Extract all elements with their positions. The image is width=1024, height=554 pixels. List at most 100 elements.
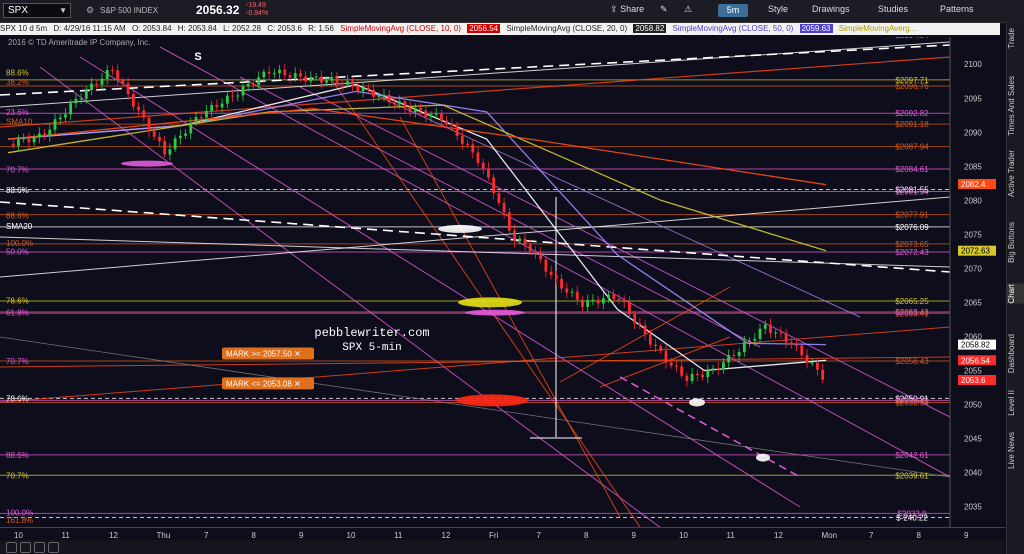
- level-lines: [0, 79, 950, 518]
- candle-body: [622, 299, 626, 303]
- candle-body: [79, 98, 83, 100]
- zoom-out-icon[interactable]: [6, 542, 17, 553]
- candle-body: [152, 131, 156, 137]
- style-button[interactable]: Style: [768, 4, 788, 14]
- y-tick-label: 2085: [964, 162, 982, 171]
- fib-label: 38.2%: [6, 78, 29, 87]
- candle-body: [701, 375, 704, 378]
- style-label: Style: [768, 4, 789, 14]
- sma-next-study-label[interactable]: SimpleMovingAverg...: [839, 24, 917, 33]
- x-tick-label: 12: [109, 531, 118, 540]
- zoom-reset-icon[interactable]: [34, 542, 45, 553]
- drawings-button[interactable]: Drawings: [812, 4, 850, 14]
- candle-body: [675, 365, 678, 367]
- info-range: R: 1.56: [308, 24, 334, 33]
- level-label: $2091.18: [895, 120, 929, 129]
- candle-body: [419, 108, 422, 111]
- candle-body: [58, 117, 62, 120]
- candle-body: [116, 70, 120, 81]
- candle-body: [445, 120, 449, 124]
- price-tag-label: 2053.6: [961, 376, 986, 385]
- highlight-ellipse: [456, 394, 528, 407]
- candle-body: [690, 373, 694, 382]
- x-tick-label: 8: [584, 531, 589, 540]
- candle-body: [429, 114, 433, 117]
- info-open: O: 2053.84: [131, 24, 172, 33]
- candle-body: [252, 83, 255, 86]
- info-close: C: 2053.6: [267, 24, 302, 33]
- candle-body: [340, 82, 344, 85]
- candle-body: [147, 117, 151, 132]
- level-label: $2050.34: [895, 398, 929, 407]
- candle-body: [398, 101, 402, 105]
- zoom-in-icon[interactable]: [20, 542, 31, 553]
- chart-subtitle: SPX 5-min: [342, 342, 401, 354]
- price-tag-label: 2082.4: [961, 180, 986, 189]
- patterns-button[interactable]: Patterns: [940, 4, 974, 14]
- side-tab-level-ii[interactable]: Level II: [1007, 390, 1024, 416]
- side-tab-active-trader[interactable]: Active Trader: [1007, 150, 1024, 197]
- pencil-icon[interactable]: ✎: [660, 4, 668, 15]
- change-value: -19.49: [246, 2, 266, 9]
- studies-button[interactable]: Studies: [878, 4, 908, 14]
- level-label: $2081.54: [895, 187, 929, 196]
- sma50-study-label[interactable]: SimpleMovingAvg (CLOSE, 50, 0): [673, 24, 794, 33]
- candle-body: [795, 344, 798, 346]
- y-tick-label: 2045: [964, 435, 982, 444]
- dashed-channel-line: [619, 376, 801, 478]
- candle-body: [534, 251, 537, 253]
- chevron-down-icon[interactable]: ▼: [59, 4, 67, 17]
- candle-body: [643, 325, 647, 335]
- candle-body: [528, 244, 532, 252]
- candle-body: [544, 259, 548, 272]
- fib-label: 70.7%: [6, 357, 29, 366]
- highlight-ellipse: [458, 297, 522, 308]
- candle-body: [84, 90, 88, 99]
- fib-label: 50.0%: [6, 247, 29, 256]
- highlight-markers: [121, 160, 770, 462]
- highlight-ellipse: [465, 309, 525, 316]
- y-tick-label: 2040: [964, 469, 982, 478]
- candle-body: [37, 133, 41, 138]
- side-tab-live-news[interactable]: Live News: [1007, 432, 1024, 469]
- x-tick-label: 10: [679, 531, 688, 540]
- candle-body: [471, 144, 475, 153]
- candle-body: [502, 202, 506, 213]
- sma10-study-label[interactable]: SimpleMovingAvg (CLOSE, 10, 0): [340, 24, 461, 33]
- side-tab-big-buttons[interactable]: Big Buttons: [1007, 222, 1024, 263]
- side-tab-trade[interactable]: Trade: [1007, 28, 1024, 49]
- candle-body: [220, 103, 224, 108]
- candle-body: [497, 193, 501, 203]
- level-label: $2087.94: [895, 143, 929, 152]
- x-tick-label: 11: [62, 531, 71, 540]
- side-tab-chart[interactable]: Chart: [1007, 284, 1024, 304]
- drawings-label: Drawings: [812, 4, 850, 14]
- candle-body: [283, 69, 287, 76]
- candle-body: [753, 338, 757, 341]
- fib-label: 161.8%: [6, 516, 33, 525]
- alert-icon[interactable]: ⚠: [684, 4, 692, 15]
- x-tick-label: 12: [442, 531, 451, 540]
- candle-body: [267, 71, 271, 74]
- level-label: $2104.94: [895, 37, 929, 40]
- x-tick-label: 9: [299, 531, 304, 540]
- candle-body: [215, 104, 219, 108]
- price-chart[interactable]: $2104.94$2097.71$2096.76$2092.82$2091.18…: [0, 37, 1005, 527]
- candle-body: [361, 87, 365, 92]
- candle-body: [748, 340, 751, 343]
- candle-body: [434, 113, 438, 115]
- candle-body: [612, 294, 616, 300]
- level-label: $2084.61: [895, 165, 929, 174]
- candle-body: [194, 117, 198, 123]
- pan-icon[interactable]: [48, 542, 59, 553]
- symbol-selector[interactable]: SPX ▼: [3, 3, 71, 18]
- sma10-value: 2056.54: [467, 24, 501, 33]
- side-tab-dashboard[interactable]: Dashboard: [1007, 334, 1024, 373]
- timeframe-selector[interactable]: 5m: [718, 4, 748, 17]
- sma20-study-label[interactable]: SimpleMovingAvg (CLOSE, 20, 0): [506, 24, 627, 33]
- side-tab-times-and-sales[interactable]: Times And Sales: [1007, 76, 1024, 136]
- share-button[interactable]: ⇪ Share: [610, 4, 644, 15]
- study-info-bar: SPX 10 d 5m D: 4/29/16 11:15 AM O: 2053.…: [0, 23, 1000, 35]
- gear-icon[interactable]: ⚙: [86, 5, 94, 16]
- candle-body: [763, 324, 767, 329]
